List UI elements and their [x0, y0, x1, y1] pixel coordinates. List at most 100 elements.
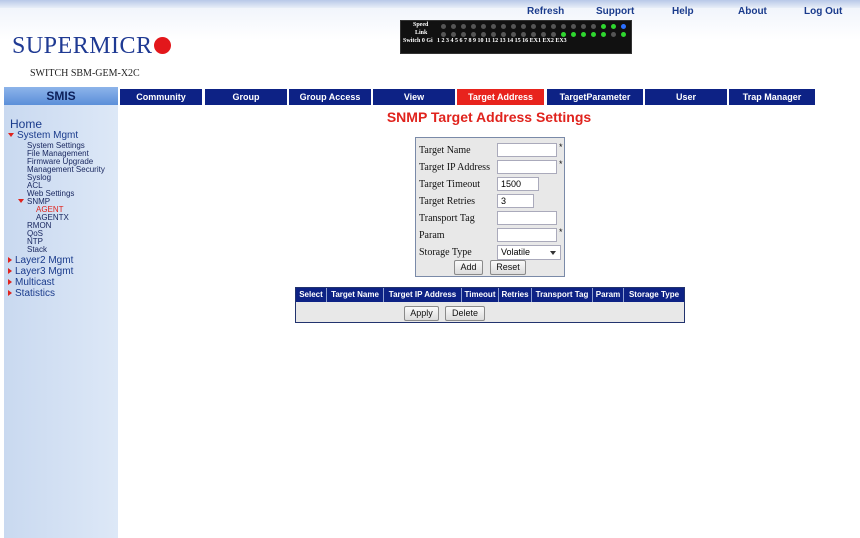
sidebar-layer2-mgmt[interactable]: Layer2 Mgmt [8, 255, 73, 266]
port-led-icon [551, 32, 556, 37]
storage-type-label: Storage Type [419, 247, 472, 258]
storage-type-value: Volatile [501, 247, 531, 257]
port-led-icon [481, 32, 486, 37]
port-led-icon [491, 32, 496, 37]
port-led-icon [461, 24, 466, 29]
collapsed-arrow-icon [8, 279, 12, 285]
port-led-icon [551, 24, 556, 29]
supermicro-logo: SUPERMICR [12, 33, 171, 60]
port-led-icon [471, 32, 476, 37]
port-led-icon [501, 24, 506, 29]
port-led-icon [501, 32, 506, 37]
page-title: SNMP Target Address Settings [386, 109, 592, 125]
port-led-icon [571, 32, 576, 37]
logo-text: SUPERMICR [12, 33, 153, 59]
port-led-icon [591, 24, 596, 29]
target-name-input[interactable] [497, 143, 557, 157]
tab-community[interactable]: Community [120, 89, 202, 105]
refresh-link[interactable]: Refresh [527, 6, 564, 17]
transport-tag-label: Transport Tag [419, 213, 475, 224]
smis-tab[interactable]: SMIS [4, 87, 118, 105]
sidebar-system-mgmt-label: System Mgmt [17, 130, 79, 141]
col-timeout: Timeout [462, 288, 499, 302]
about-link[interactable]: About [738, 6, 767, 17]
transport-tag-input[interactable] [497, 211, 557, 225]
port-led-icon [441, 32, 446, 37]
add-button[interactable]: Add [454, 260, 483, 275]
port-led-icon [611, 24, 616, 29]
port-led-icon [441, 24, 446, 29]
port-led-icon [521, 24, 526, 29]
sidebar-item-stack[interactable]: Stack [27, 245, 47, 254]
param-label: Param [419, 230, 445, 241]
target-name-label: Target Name [419, 145, 471, 156]
tab-target-parameter[interactable]: TargetParameter [547, 89, 643, 105]
collapsed-arrow-icon [8, 268, 12, 274]
reset-button[interactable]: Reset [490, 260, 526, 275]
port-led-icon [451, 32, 456, 37]
sidebar-system-mgmt[interactable]: System Mgmt [8, 130, 78, 141]
target-ip-input[interactable] [497, 160, 557, 174]
target-address-table: Select Target Name Target IP Address Tim… [295, 287, 685, 323]
sidebar-layer3-mgmt[interactable]: Layer3 Mgmt [8, 266, 73, 277]
tab-trap-manager[interactable]: Trap Manager [729, 89, 815, 105]
port-led-icon [621, 24, 626, 29]
expanded-arrow-icon [18, 199, 24, 203]
collapsed-arrow-icon [8, 257, 12, 263]
help-link[interactable]: Help [672, 6, 694, 17]
port-led-icon [541, 32, 546, 37]
port-led-icon [481, 24, 486, 29]
port-led-icon [511, 24, 516, 29]
target-ip-label: Target IP Address [419, 162, 490, 173]
switch-name: SWITCH SBM-GEM-X2C [30, 68, 140, 79]
tab-view[interactable]: View [373, 89, 455, 105]
sidebar: Home System Mgmt System Settings File Ma… [4, 105, 118, 538]
sidebar-multicast[interactable]: Multicast [8, 277, 54, 288]
port-led-icon [561, 24, 566, 29]
panel-link-label: Link [415, 30, 428, 36]
port-led-icon [541, 24, 546, 29]
port-led-icon [571, 24, 576, 29]
delete-button[interactable]: Delete [445, 306, 485, 321]
target-address-form: Target Name * Target IP Address * Target… [415, 137, 565, 277]
collapsed-arrow-icon [8, 290, 12, 296]
col-transport-tag: Transport Tag [532, 288, 593, 302]
param-input[interactable] [497, 228, 557, 242]
table-header: Select Target Name Target IP Address Tim… [296, 288, 684, 302]
required-mark: * [559, 227, 563, 237]
port-led-icon [451, 24, 456, 29]
port-led-icon [531, 24, 536, 29]
target-timeout-input[interactable] [497, 177, 539, 191]
logout-link[interactable]: Log Out [804, 6, 842, 17]
target-retries-input[interactable] [497, 194, 534, 208]
logo-dot-icon [153, 37, 171, 54]
top-strip [0, 0, 860, 8]
target-timeout-label: Target Timeout [419, 179, 481, 190]
sidebar-layer2-label: Layer2 Mgmt [15, 255, 74, 266]
tab-group[interactable]: Group [205, 89, 287, 105]
apply-button[interactable]: Apply [404, 306, 439, 321]
expanded-arrow-icon [8, 133, 14, 137]
port-led-icon [601, 32, 606, 37]
port-led-icon [601, 24, 606, 29]
sidebar-statistics[interactable]: Statistics [8, 288, 55, 299]
port-led-icon [521, 32, 526, 37]
port-led-panel: Speed Link Switch 0 Gi 1 2 3 4 5 6 7 8 9… [400, 20, 632, 54]
col-storage-type: Storage Type [628, 290, 680, 299]
sidebar-statistics-label: Statistics [15, 288, 56, 299]
storage-type-select[interactable]: Volatile [497, 245, 561, 260]
tab-user[interactable]: User [645, 89, 727, 105]
port-led-icon [621, 32, 626, 37]
port-led-icon [561, 32, 566, 37]
panel-switch-label: Switch 0 Gi [403, 38, 433, 44]
sidebar-home[interactable]: Home [10, 117, 42, 131]
tab-target-address[interactable]: Target Address [457, 89, 544, 105]
required-mark: * [559, 159, 563, 169]
sidebar-layer3-label: Layer3 Mgmt [15, 266, 74, 277]
chevron-down-icon [550, 251, 556, 255]
port-led-icon [491, 24, 496, 29]
port-led-icon [611, 32, 616, 37]
col-param: Param [593, 288, 624, 302]
support-link[interactable]: Support [596, 6, 634, 17]
tab-group-access[interactable]: Group Access [289, 89, 371, 105]
